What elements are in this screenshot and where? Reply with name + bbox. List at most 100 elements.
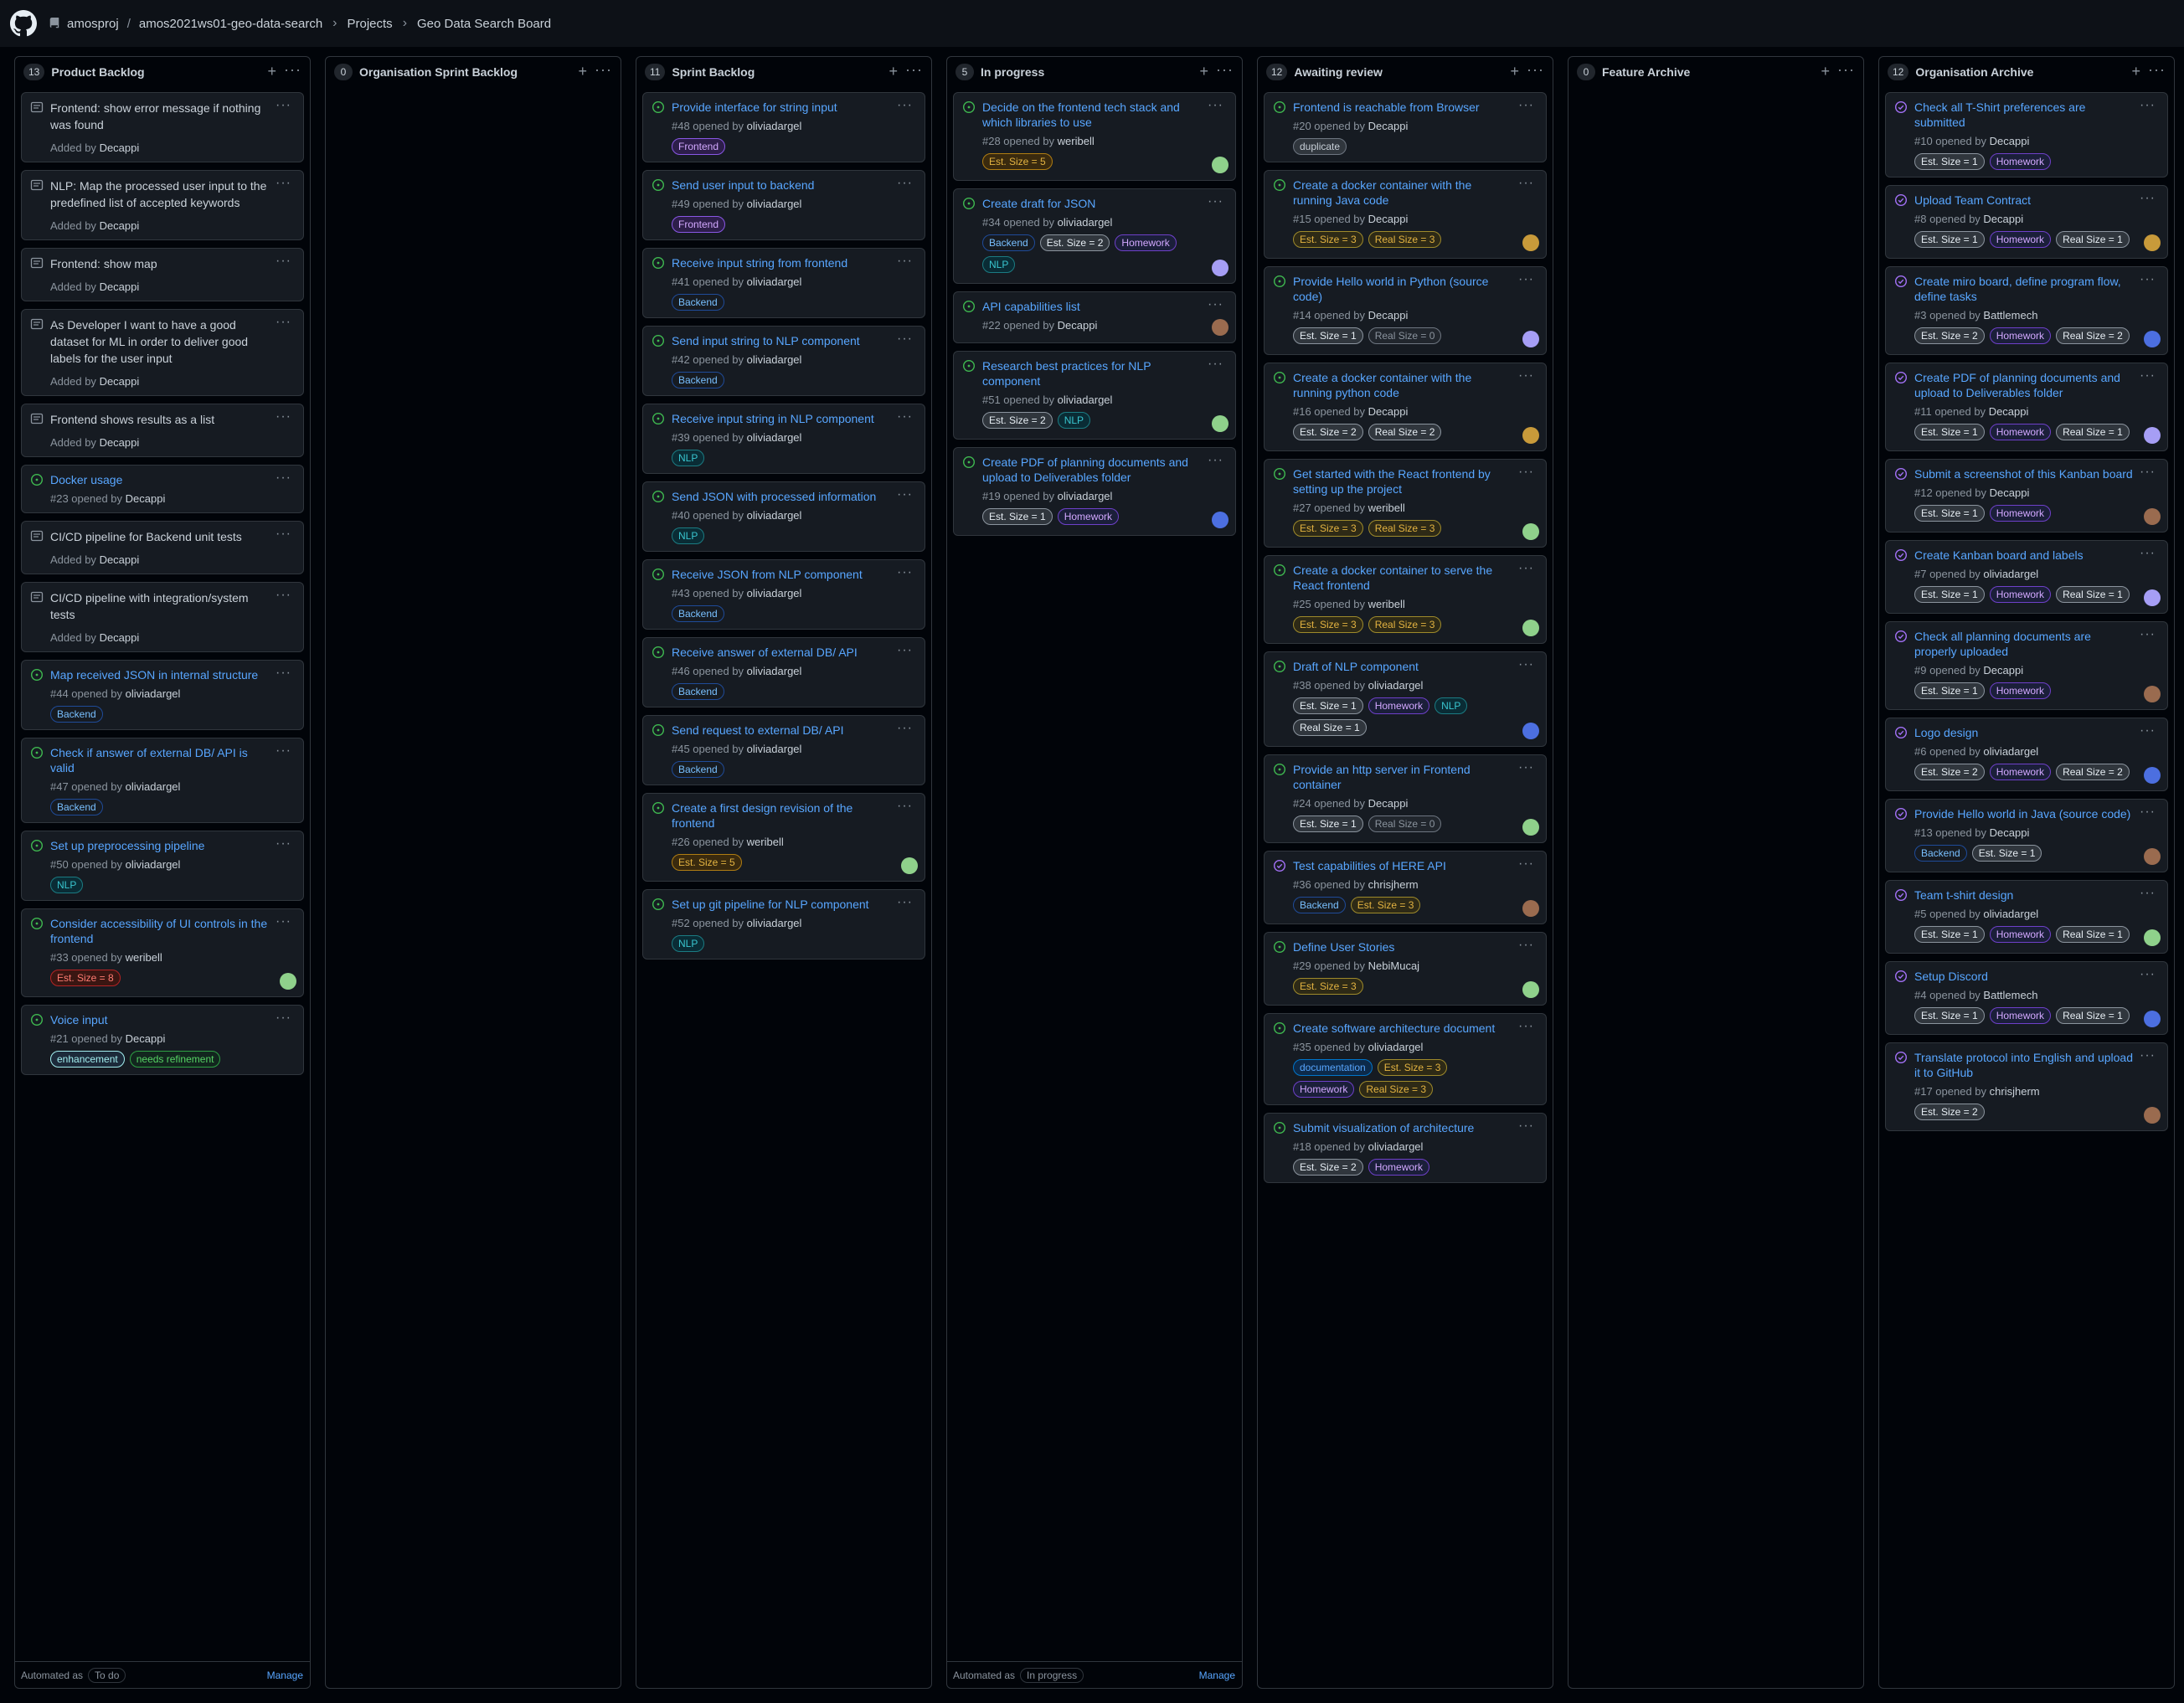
label-badge[interactable]: Real Size = 2 (1368, 424, 1442, 440)
assignee-avatar[interactable] (2144, 767, 2161, 784)
add-card-icon[interactable]: + (2131, 63, 2140, 80)
author-link[interactable]: oliviadargel (747, 743, 802, 755)
issue-title-link[interactable]: Create miro board, define program flow, … (1914, 274, 2134, 304)
issue-card[interactable]: Create software architecture document ···… (1264, 1013, 1547, 1105)
author-link[interactable]: oliviadargel (126, 780, 181, 793)
card-menu-icon[interactable]: ··· (1208, 357, 1223, 372)
issue-card[interactable]: Receive JSON from NLP component ··· #43 op… (642, 559, 925, 630)
label-badge[interactable]: Est. Size = 2 (1293, 424, 1363, 440)
note-card[interactable]: Frontend: show error message if nothing … (21, 92, 304, 162)
issue-title-link[interactable]: Submit visualization of architecture (1293, 1120, 1474, 1135)
label-badge[interactable]: Real Size = 2 (2056, 764, 2130, 780)
label-badge[interactable]: Est. Size = 3 (1293, 231, 1363, 248)
author-link[interactable]: Decappi (1368, 797, 1409, 810)
issue-title-link[interactable]: Create PDF of planning documents and upl… (982, 455, 1202, 485)
column-menu-icon[interactable]: ··· (2148, 61, 2166, 79)
author-link[interactable]: Decappi (100, 436, 140, 449)
author-link[interactable]: oliviadargel (747, 665, 802, 677)
assignee-avatar[interactable] (1522, 620, 1539, 636)
card-menu-icon[interactable]: ··· (1518, 98, 1534, 113)
card-menu-icon[interactable]: ··· (897, 332, 913, 347)
note-card[interactable]: Frontend: show map ··· Added by Decappi (21, 248, 304, 301)
card-menu-icon[interactable]: ··· (276, 315, 291, 330)
card-menu-icon[interactable]: ··· (897, 799, 913, 814)
issue-title-link[interactable]: Receive JSON from NLP component (672, 567, 863, 582)
author-link[interactable]: Decappi (1990, 826, 2030, 839)
label-badge[interactable]: Est. Size = 3 (1293, 978, 1363, 995)
card-menu-icon[interactable]: ··· (1518, 368, 1534, 383)
author-link[interactable]: Decappi (1368, 120, 1409, 132)
label-badge[interactable]: Est. Size = 3 (1377, 1059, 1448, 1076)
issue-title-link[interactable]: Receive input string from frontend (672, 255, 847, 270)
issue-card[interactable]: Create PDF of planning documents and upl… (953, 447, 1236, 536)
label-badge[interactable]: Homework (1989, 505, 2052, 522)
card-menu-icon[interactable]: ··· (2140, 368, 2156, 383)
author-link[interactable]: chrisjherm (1990, 1085, 2040, 1098)
author-link[interactable]: Battlemech (1983, 989, 2037, 1001)
issue-card[interactable]: Send user input to backend ··· #49 opened … (642, 170, 925, 240)
breadcrumb-repo[interactable]: amos2021ws01-geo-data-search (139, 17, 322, 31)
assignee-avatar[interactable] (2144, 1011, 2161, 1027)
assignee-avatar[interactable] (2144, 1107, 2161, 1124)
label-badge[interactable]: Real Size = 1 (2056, 231, 2130, 248)
label-badge[interactable]: Real Size = 0 (1368, 327, 1442, 344)
label-badge[interactable]: NLP (672, 935, 705, 952)
author-link[interactable]: oliviadargel (126, 687, 181, 700)
author-link[interactable]: oliviadargel (1058, 490, 1113, 502)
label-badge[interactable]: Est. Size = 1 (1293, 327, 1363, 344)
label-badge[interactable]: Homework (1368, 697, 1430, 714)
author-link[interactable]: Decappi (100, 375, 140, 388)
card-menu-icon[interactable]: ··· (1518, 1119, 1534, 1134)
issue-card[interactable]: Create miro board, define program flow, … (1885, 266, 2168, 355)
issue-card[interactable]: Provide interface for string input ··· #48… (642, 92, 925, 162)
issue-title-link[interactable]: Provide Hello world in Java (source code… (1914, 806, 2130, 821)
issue-title-link[interactable]: Draft of NLP component (1293, 659, 1419, 674)
author-link[interactable]: Decappi (1368, 405, 1409, 418)
issue-card[interactable]: Team t-shirt design ··· #5 opened by olivi… (1885, 880, 2168, 954)
label-badge[interactable]: Backend (672, 294, 724, 311)
issue-card[interactable]: Create a docker container with the runni… (1264, 170, 1547, 259)
manage-automation-link[interactable]: Manage (1199, 1670, 1235, 1681)
label-badge[interactable]: Homework (1293, 1081, 1355, 1098)
label-badge[interactable]: Homework (1989, 231, 2052, 248)
issue-title-link[interactable]: Define User Stories (1293, 939, 1394, 954)
column-menu-icon[interactable]: ··· (284, 61, 301, 79)
author-link[interactable]: oliviadargel (1058, 394, 1113, 406)
label-badge[interactable]: Est. Size = 1 (1293, 815, 1363, 832)
issue-card[interactable]: Check all T-Shirt preferences are submit… (1885, 92, 2168, 178)
label-badge[interactable]: Backend (672, 683, 724, 700)
card-menu-icon[interactable]: ··· (897, 409, 913, 424)
author-link[interactable]: oliviadargel (1983, 908, 2038, 920)
label-badge[interactable]: Homework (1115, 234, 1177, 251)
card-menu-icon[interactable]: ··· (276, 98, 291, 113)
issue-title-link[interactable]: Voice input (50, 1012, 108, 1027)
assignee-avatar[interactable] (2144, 848, 2161, 865)
label-badge[interactable]: Real Size = 2 (2056, 327, 2130, 344)
card-menu-icon[interactable]: ··· (276, 836, 291, 852)
author-link[interactable]: Decappi (1368, 213, 1409, 225)
label-badge[interactable]: NLP (50, 877, 84, 893)
author-link[interactable]: oliviadargel (1368, 1140, 1424, 1153)
breadcrumb-projects[interactable]: Projects (348, 17, 393, 31)
card-menu-icon[interactable]: ··· (1518, 176, 1534, 191)
label-badge[interactable]: Est. Size = 1 (1914, 505, 1985, 522)
assignee-avatar[interactable] (2144, 589, 2161, 606)
author-link[interactable]: Decappi (1990, 486, 2030, 499)
add-card-icon[interactable]: + (1821, 63, 1830, 80)
issue-card[interactable]: Check all planning documents are properl… (1885, 621, 2168, 710)
label-badge[interactable]: Est. Size = 1 (1914, 153, 1985, 170)
manage-automation-link[interactable]: Manage (267, 1670, 303, 1681)
add-card-icon[interactable]: + (267, 63, 276, 80)
issue-card[interactable]: Receive input string in NLP component ···… (642, 404, 925, 474)
issue-card[interactable]: Set up git pipeline for NLP component ···… (642, 889, 925, 960)
note-card[interactable]: Frontend shows results as a list ··· Added… (21, 404, 304, 457)
card-menu-icon[interactable]: ··· (1518, 657, 1534, 672)
author-link[interactable]: weribell (1058, 135, 1095, 147)
card-menu-icon[interactable]: ··· (2140, 98, 2156, 113)
issue-card[interactable]: Create a docker container with the runni… (1264, 363, 1547, 451)
label-badge[interactable]: Real Size = 0 (1368, 815, 1442, 832)
author-link[interactable]: Decappi (126, 1032, 166, 1045)
column-menu-icon[interactable]: ··· (1837, 61, 1855, 79)
label-badge[interactable]: NLP (982, 256, 1016, 273)
issue-card[interactable]: Send input string to NLP component ··· #42… (642, 326, 925, 396)
